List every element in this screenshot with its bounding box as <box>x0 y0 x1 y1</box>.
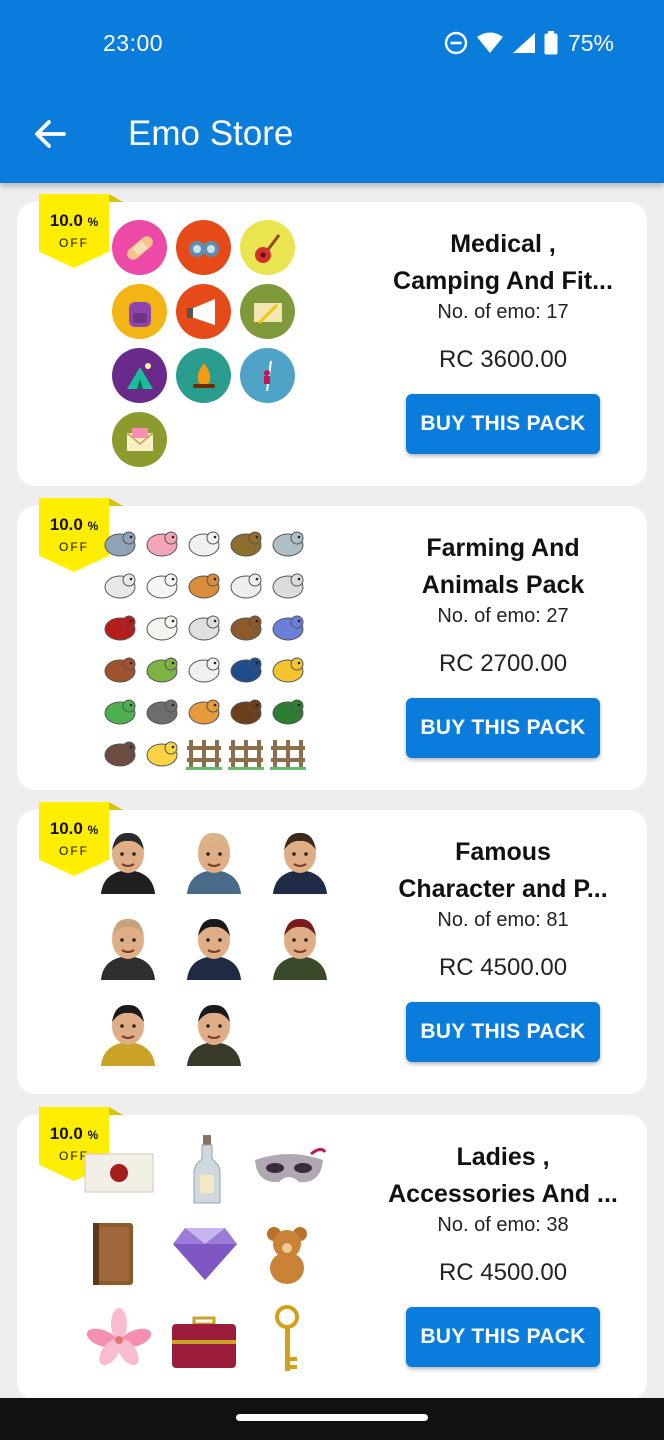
buy-pack-button[interactable]: BUY THIS PACK <box>406 1002 600 1062</box>
emoji-preview <box>17 810 337 1094</box>
pig-icon <box>143 524 181 562</box>
pack-card: 10.0 % OFF Farming And Animals Pack No. … <box>17 498 647 790</box>
signal-icon <box>512 33 535 53</box>
battery-icon <box>544 31 558 55</box>
emoji-preview <box>17 1115 337 1398</box>
chick-icon <box>269 650 307 688</box>
emoji-preview <box>17 202 337 486</box>
pack-list[interactable]: 10.0 % OFF Medical , Camping And Fit... … <box>0 183 664 1398</box>
status-icons: 75% <box>444 28 614 58</box>
rifle-icon <box>101 734 139 772</box>
campfire-icon <box>176 348 231 403</box>
guitar-icon <box>240 220 295 275</box>
pack-card: 10.0 % OFF Ladies , Accessories And ... … <box>17 1107 647 1398</box>
emo-count: No. of emo: 81 <box>437 909 569 931</box>
back-arrow-icon <box>35 120 66 148</box>
emo-count: No. of emo: 38 <box>437 1214 569 1236</box>
pack-info: Famous Character and P... No. of emo: 81… <box>387 834 619 1062</box>
tractor-icon <box>269 692 307 730</box>
tent-icon <box>112 348 167 403</box>
book-icon <box>87 1219 139 1289</box>
emo-count: No. of emo: 17 <box>437 301 569 323</box>
teddy-bear-icon <box>257 1221 317 1287</box>
cup-icon <box>269 608 307 646</box>
lily-flower-icon <box>81 1307 157 1371</box>
emoji-preview <box>17 506 337 790</box>
goat-icon <box>269 566 307 604</box>
do-not-disturb-icon <box>444 31 468 55</box>
system-nav-bar <box>0 1398 664 1440</box>
bald-man-avatar-icon <box>177 824 251 898</box>
cow-icon <box>185 608 223 646</box>
pack-title: Ladies , Accessories And ... <box>388 1143 618 1208</box>
pack-price: RC 2700.00 <box>438 650 568 677</box>
golden-key-icon <box>269 1305 305 1375</box>
binoculars-icon <box>176 220 231 275</box>
sealed-letter-icon <box>83 1145 155 1201</box>
cat-icon <box>185 692 223 730</box>
pack-card: 10.0 % OFF Medical , Camping And Fit... … <box>17 194 647 486</box>
president-sash-avatar-icon <box>263 824 337 898</box>
envelope-icon <box>112 412 167 467</box>
pack-info: Medical , Camping And Fit... No. of emo:… <box>387 226 619 454</box>
hen-icon <box>143 566 181 604</box>
duck-icon <box>227 524 265 562</box>
pack-info: Ladies , Accessories And ... No. of emo:… <box>387 1139 619 1367</box>
goose-icon <box>185 524 223 562</box>
bearded-cleric-avatar-icon <box>91 824 165 898</box>
pack-price: RC 4500.00 <box>438 1259 568 1286</box>
rooster-icon <box>101 650 139 688</box>
dairy-cow-icon <box>185 650 223 688</box>
fence-icon <box>227 734 265 772</box>
letter-pencil-icon <box>240 284 295 339</box>
fence-icon <box>185 734 223 772</box>
status-time: 23:00 <box>103 30 164 56</box>
eggs-icon <box>143 608 181 646</box>
pack-title: Medical , Camping And Fit... <box>393 230 613 295</box>
donkey-icon <box>101 524 139 562</box>
pack-card: 10.0 % OFF Famous Character and P... No.… <box>17 802 647 1094</box>
dog-icon <box>143 692 181 730</box>
emo-count: No. of emo: 27 <box>437 605 569 627</box>
pack-title: Famous Character and P... <box>398 838 608 903</box>
app-bar: 23:00 75% Emo Store <box>0 0 664 183</box>
megaphone-icon <box>176 284 231 339</box>
truck-icon <box>227 650 265 688</box>
back-button[interactable] <box>28 112 72 156</box>
tree-icon <box>101 692 139 730</box>
horse-icon <box>227 692 265 730</box>
barn-icon <box>101 608 139 646</box>
backpack-icon <box>112 284 167 339</box>
headband-man-avatar-icon <box>91 996 165 1070</box>
message-bottle-icon <box>187 1133 227 1207</box>
diamond-icon <box>169 1223 241 1283</box>
masquerade-mask-icon <box>251 1143 327 1195</box>
sunglasses-man-avatar-icon <box>177 996 251 1070</box>
ram-icon <box>227 566 265 604</box>
pack-price: RC 3600.00 <box>438 346 568 373</box>
bandage-icon <box>112 220 167 275</box>
red-beret-avatar-icon <box>263 910 337 984</box>
bull-icon <box>227 608 265 646</box>
climbing-icon <box>240 348 295 403</box>
farmer-icon <box>143 650 181 688</box>
blond-man-avatar-icon <box>91 910 165 984</box>
jewelry-box-icon <box>167 1309 241 1371</box>
buy-pack-button[interactable]: BUY THIS PACK <box>406 1307 600 1367</box>
hay-bale-icon <box>185 566 223 604</box>
pack-info: Farming And Animals Pack No. of emo: 27 … <box>387 530 619 758</box>
buy-pack-button[interactable]: BUY THIS PACK <box>406 394 600 454</box>
battery-percent: 75% <box>567 29 614 56</box>
buy-pack-button[interactable]: BUY THIS PACK <box>406 698 600 758</box>
fence-icon <box>269 734 307 772</box>
wifi-icon <box>476 32 503 53</box>
duckling-icon <box>143 734 181 772</box>
page-title: Emo Store <box>128 114 294 153</box>
smiling-man-avatar-icon <box>177 910 251 984</box>
elephant-icon <box>269 524 307 562</box>
pack-title: Farming And Animals Pack <box>421 534 585 599</box>
sheep-icon <box>101 566 139 604</box>
home-gesture-handle[interactable] <box>236 1414 428 1421</box>
pack-price: RC 4500.00 <box>438 954 568 981</box>
